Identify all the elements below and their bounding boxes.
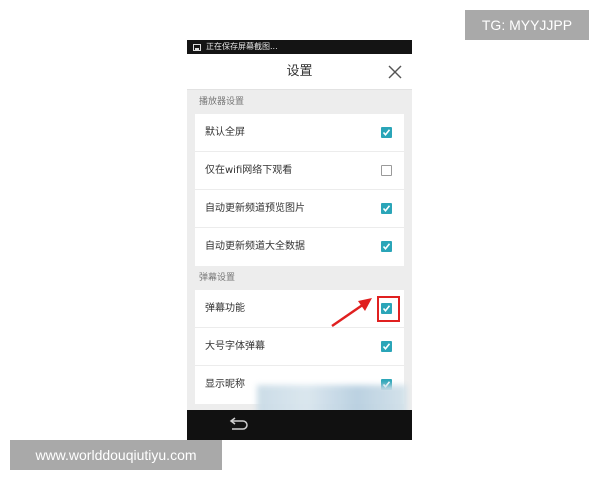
setting-label: 默认全屏 — [205, 127, 245, 138]
setting-label: 显示昵称 — [205, 379, 245, 390]
settings-header: 设置 — [187, 54, 412, 90]
setting-row-wifi-only[interactable]: 仅在wifi网络下观看 — [195, 152, 404, 190]
checkbox[interactable] — [381, 203, 392, 214]
annotation-highlight-box — [377, 296, 400, 322]
checkbox[interactable] — [381, 341, 392, 352]
setting-label: 弹幕功能 — [205, 303, 245, 314]
setting-label: 大号字体弹幕 — [205, 341, 265, 352]
status-text: 正在保存屏幕截图... — [206, 42, 278, 51]
section-label-danmaku: 弹幕设置 — [199, 273, 236, 283]
back-arrow-icon[interactable] — [227, 417, 249, 433]
checkbox[interactable] — [381, 127, 392, 138]
checkbox[interactable] — [381, 241, 392, 252]
image-icon — [193, 43, 201, 51]
close-icon[interactable] — [388, 65, 402, 79]
annotation-arrow-icon — [331, 298, 372, 328]
setting-label: 自动更新频道大全数据 — [205, 241, 305, 252]
phone-screen: 正在保存屏幕截图... 设置 播放器设置 默认全屏 仅在wifi网络下观看 自动… — [187, 40, 412, 440]
status-bar: 正在保存屏幕截图... — [187, 40, 412, 54]
player-settings-group: 默认全屏 仅在wifi网络下观看 自动更新频道预览图片 自动更新频道大全数据 — [195, 114, 404, 266]
page-title: 设置 — [286, 64, 313, 79]
setting-label: 仅在wifi网络下观看 — [205, 165, 293, 176]
setting-row-fullscreen[interactable]: 默认全屏 — [195, 114, 404, 152]
navigation-bar — [187, 410, 412, 440]
setting-row-large-font[interactable]: 大号字体弹幕 — [195, 328, 404, 366]
checkbox[interactable] — [381, 165, 392, 176]
tg-watermark: TG: MYYJJPP — [465, 10, 589, 40]
url-watermark: www.worlddouqiutiyu.com — [10, 440, 222, 470]
setting-label: 自动更新频道预览图片 — [205, 203, 305, 214]
section-label-player: 播放器设置 — [199, 97, 245, 107]
setting-row-preview-images[interactable]: 自动更新频道预览图片 — [195, 190, 404, 228]
setting-row-channel-data[interactable]: 自动更新频道大全数据 — [195, 228, 404, 266]
